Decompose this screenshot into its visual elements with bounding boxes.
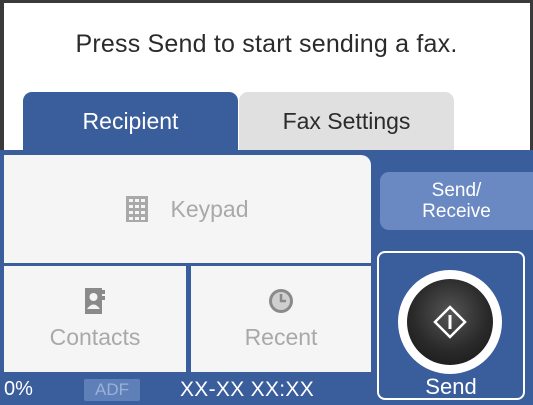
status-datetime: XX-XX XX:XX <box>180 378 315 401</box>
send-button[interactable]: Send <box>377 251 525 400</box>
clock-icon <box>269 288 293 313</box>
screen-frame-left <box>0 0 4 150</box>
tab-recipient[interactable]: Recipient <box>23 92 238 150</box>
contacts-icon <box>85 287 105 314</box>
tab-fax-settings-label: Fax Settings <box>282 107 411 134</box>
screen-frame-top <box>0 0 533 3</box>
send-circle <box>398 270 502 374</box>
start-diamond-icon <box>433 305 467 339</box>
recent-label: Recent <box>244 323 318 350</box>
instruction-message: Press Send to start sending a fax. <box>75 30 458 58</box>
keypad-icon <box>126 196 149 222</box>
send-receive-button[interactable]: Send/ Receive <box>380 172 533 230</box>
send-receive-label-line2: Receive <box>422 201 491 222</box>
keypad-label: Keypad <box>170 195 249 222</box>
send-receive-label-line1: Send/ <box>431 180 482 201</box>
send-label: Send <box>425 374 477 399</box>
tab-fax-settings[interactable]: Fax Settings <box>239 92 454 150</box>
status-progress: 0% <box>4 378 33 400</box>
keypad-button[interactable]: Keypad <box>4 155 371 263</box>
contacts-label: Contacts <box>49 323 141 350</box>
send-circle-inner <box>407 279 493 365</box>
tab-recipient-label: Recipient <box>82 107 179 134</box>
status-bar: 0% ADF XX-XX XX:XX <box>0 376 372 405</box>
adf-indicator: ADF <box>84 379 140 401</box>
recent-button[interactable]: Recent <box>191 266 371 372</box>
contacts-button[interactable]: Contacts <box>4 266 186 372</box>
